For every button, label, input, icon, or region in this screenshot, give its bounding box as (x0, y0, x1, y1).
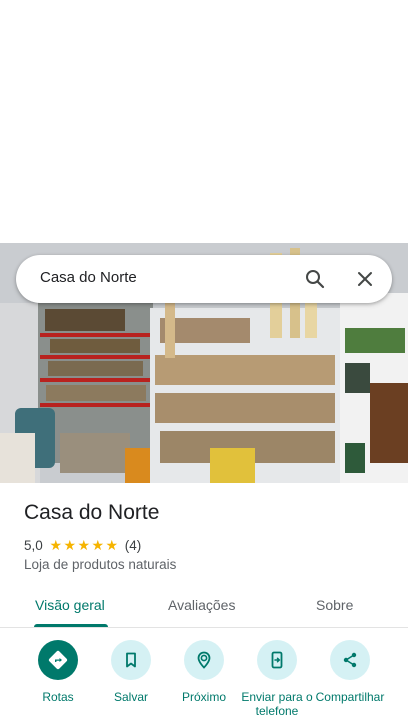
review-count: (4) (124, 537, 142, 553)
bookmark-icon (111, 640, 151, 680)
place-category: Loja de produtos naturais (24, 557, 177, 572)
place-title: Casa do Norte (24, 501, 160, 524)
share-label: Compartilhar (315, 690, 385, 704)
directions-icon (38, 640, 78, 680)
star-icon: ★ (63, 537, 77, 553)
place-tabs: Visão geral Avaliações Sobre (0, 585, 408, 628)
close-icon[interactable] (353, 267, 377, 291)
directions-label: Rotas (42, 690, 74, 704)
star-icon: ★ (91, 537, 105, 553)
share-icon (330, 640, 370, 680)
directions-button[interactable]: Rotas (20, 640, 96, 704)
send-to-phone-label: Enviar para o telefone (241, 690, 313, 718)
search-input[interactable]: Casa do Norte (40, 269, 137, 286)
rating-value: 5,0 (24, 537, 43, 553)
nearby-label: Próximo (181, 690, 226, 704)
nearby-button[interactable]: Próximo (166, 640, 242, 704)
map-area[interactable] (0, 0, 408, 243)
tab-reviews[interactable]: Avaliações (168, 597, 235, 613)
active-tab-indicator (34, 624, 108, 627)
rating-row[interactable]: 5,0 ★ ★ ★ ★ ★ (4) (24, 536, 141, 554)
star-icon: ★ (49, 537, 63, 553)
share-button[interactable]: Compartilhar (312, 640, 388, 704)
star-icon: ★ (77, 537, 91, 553)
save-label: Salvar (113, 690, 148, 704)
save-button[interactable]: Salvar (93, 640, 169, 704)
search-bar[interactable]: Casa do Norte (16, 255, 392, 303)
tab-about[interactable]: Sobre (316, 597, 353, 613)
star-rating: ★ ★ ★ ★ ★ (49, 538, 119, 552)
send-to-phone-icon (257, 640, 297, 680)
tab-overview[interactable]: Visão geral (35, 597, 105, 613)
send-to-phone-button[interactable]: Enviar para o telefone (239, 640, 315, 718)
star-icon: ★ (105, 537, 119, 553)
nearby-icon (184, 640, 224, 680)
search-icon[interactable] (303, 267, 327, 291)
action-bar: Rotas Salvar Próximo Enviar para o telef… (0, 640, 408, 726)
